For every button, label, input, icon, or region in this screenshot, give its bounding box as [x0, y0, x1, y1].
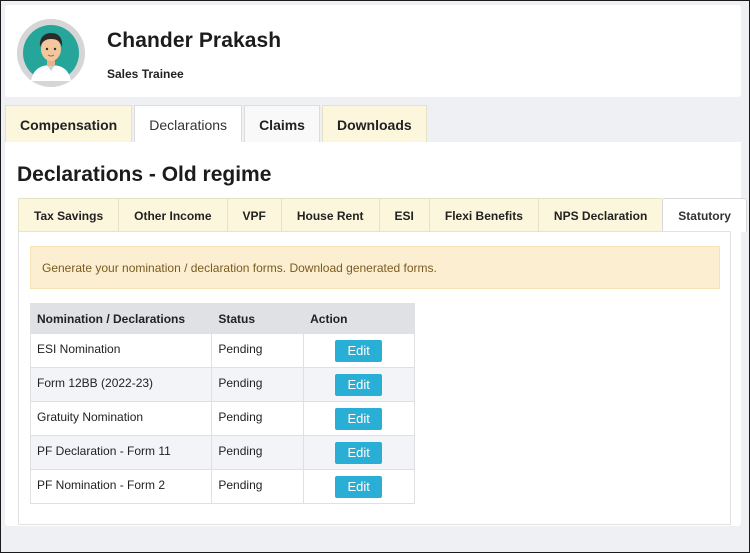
row-status: Pending — [211, 435, 305, 470]
row-action: Edit — [303, 435, 415, 470]
profile-name: Chander Prakash — [107, 29, 282, 52]
tab-downloads[interactable]: Downloads — [321, 105, 427, 143]
column-header: Status — [211, 303, 305, 334]
sub-tab-nps-declaration[interactable]: NPS Declaration — [537, 198, 663, 232]
statutory-panel: Generate your nomination / declaration f… — [18, 231, 731, 525]
declaration-sub-tabs: Tax Savings Other Income VPF House Rent … — [18, 198, 747, 232]
sub-tab-tax-savings[interactable]: Tax Savings — [18, 198, 119, 232]
app-frame: Chander Prakash Sales Trainee Compensati… — [0, 0, 750, 553]
row-status: Pending — [211, 333, 305, 368]
page-title: Declarations - Old regime — [17, 163, 272, 186]
sub-tab-esi[interactable]: ESI — [378, 198, 429, 232]
row-status: Pending — [211, 367, 305, 402]
column-header: Action — [303, 303, 415, 334]
tab-declarations[interactable]: Declarations — [134, 105, 243, 143]
tab-claims[interactable]: Claims — [244, 105, 320, 143]
alert-text: Generate your nomination / declaration f… — [42, 260, 437, 275]
row-action: Edit — [303, 367, 415, 402]
declarations-table: Nomination / Declarations Status Action … — [29, 303, 415, 504]
sub-tab-house-rent[interactable]: House Rent — [280, 198, 379, 232]
sub-tab-vpf[interactable]: VPF — [226, 198, 281, 232]
edit-button[interactable]: Edit — [335, 373, 383, 396]
row-action: Edit — [303, 469, 415, 504]
table-row: Form 12BB (2022-23) Pending Edit — [29, 367, 415, 402]
row-name: Gratuity Nomination — [29, 401, 213, 436]
user-avatar-icon — [17, 19, 85, 87]
table-row: Gratuity Nomination Pending Edit — [29, 401, 415, 436]
row-action: Edit — [303, 401, 415, 436]
row-action: Edit — [303, 333, 415, 368]
table-header-row: Nomination / Declarations Status Action — [29, 303, 415, 334]
content-card: Declarations - Old regime Tax Savings Ot… — [5, 142, 747, 526]
profile-card: Chander Prakash Sales Trainee — [5, 5, 741, 97]
table-row: PF Declaration - Form 11 Pending Edit — [29, 435, 415, 470]
info-alert: Generate your nomination / declaration f… — [30, 246, 720, 289]
table-row: ESI Nomination Pending Edit — [29, 333, 415, 368]
row-name: PF Nomination - Form 2 — [29, 469, 213, 504]
sub-tab-statutory[interactable]: Statutory — [662, 198, 747, 232]
row-status: Pending — [211, 401, 305, 436]
tab-compensation[interactable]: Compensation — [5, 105, 133, 143]
main-tabs: Compensation Declarations Claims Downloa… — [5, 105, 429, 143]
row-status: Pending — [211, 469, 305, 504]
column-header: Nomination / Declarations — [29, 303, 213, 334]
row-name: ESI Nomination — [29, 333, 213, 368]
edit-button[interactable]: Edit — [335, 475, 383, 498]
profile-role: Sales Trainee — [107, 67, 184, 81]
row-name: Form 12BB (2022-23) — [29, 367, 213, 402]
edit-button[interactable]: Edit — [335, 441, 383, 464]
table-row: PF Nomination - Form 2 Pending Edit — [29, 469, 415, 504]
row-name: PF Declaration - Form 11 — [29, 435, 213, 470]
edit-button[interactable]: Edit — [335, 407, 383, 430]
sub-tab-other-income[interactable]: Other Income — [118, 198, 227, 232]
edit-button[interactable]: Edit — [335, 339, 383, 362]
sub-tab-flexi-benefits[interactable]: Flexi Benefits — [428, 198, 538, 232]
